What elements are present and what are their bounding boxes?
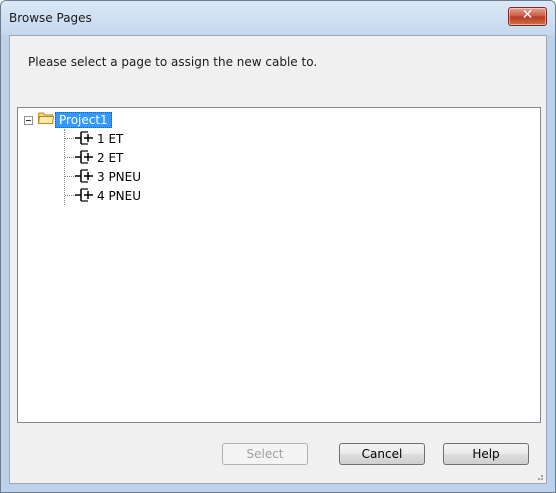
tree-connector [65,176,74,177]
close-icon: ✕ [521,7,534,23]
tree-connector [65,138,74,139]
collapse-toggle-icon[interactable] [24,116,33,125]
browse-pages-dialog: Browse Pages ✕ Please select a page to a… [0,0,556,493]
schematic-page-icon [75,131,93,145]
tree-page-item[interactable]: 2 ET [18,149,218,165]
cancel-button[interactable]: Cancel [339,443,425,465]
tree-page-label: 1 ET [97,132,124,146]
tree-page-label: 3 PNEU [97,170,142,184]
title-bar[interactable]: Browse Pages ✕ [1,1,555,35]
tree-page-item[interactable]: 4 PNEU [18,187,218,203]
instruction-text: Please select a page to assign the new c… [28,55,318,69]
close-button[interactable]: ✕ [508,7,547,26]
help-button[interactable]: Help [443,443,529,465]
select-button[interactable]: Select [222,443,308,465]
page-tree[interactable]: Project1 1 ET 2 ET 3 PNEU 4 PNEU [17,107,541,423]
tree-page-item[interactable]: 1 ET [18,130,218,146]
tree-connector [65,157,74,158]
folder-icon [38,112,54,124]
schematic-page-icon [75,188,93,202]
tree-root-project[interactable]: Project1 [55,112,112,128]
schematic-page-icon [75,150,93,164]
schematic-page-icon [75,169,93,183]
tree-page-label: 4 PNEU [97,189,142,203]
dialog-title: Browse Pages [9,11,92,25]
dialog-body: Please select a page to assign the new c… [9,35,547,484]
tree-page-label: 2 ET [97,151,124,165]
tree-page-item[interactable]: 3 PNEU [18,168,218,184]
resize-grip-icon[interactable] [534,471,544,481]
tree-connector [65,195,74,196]
